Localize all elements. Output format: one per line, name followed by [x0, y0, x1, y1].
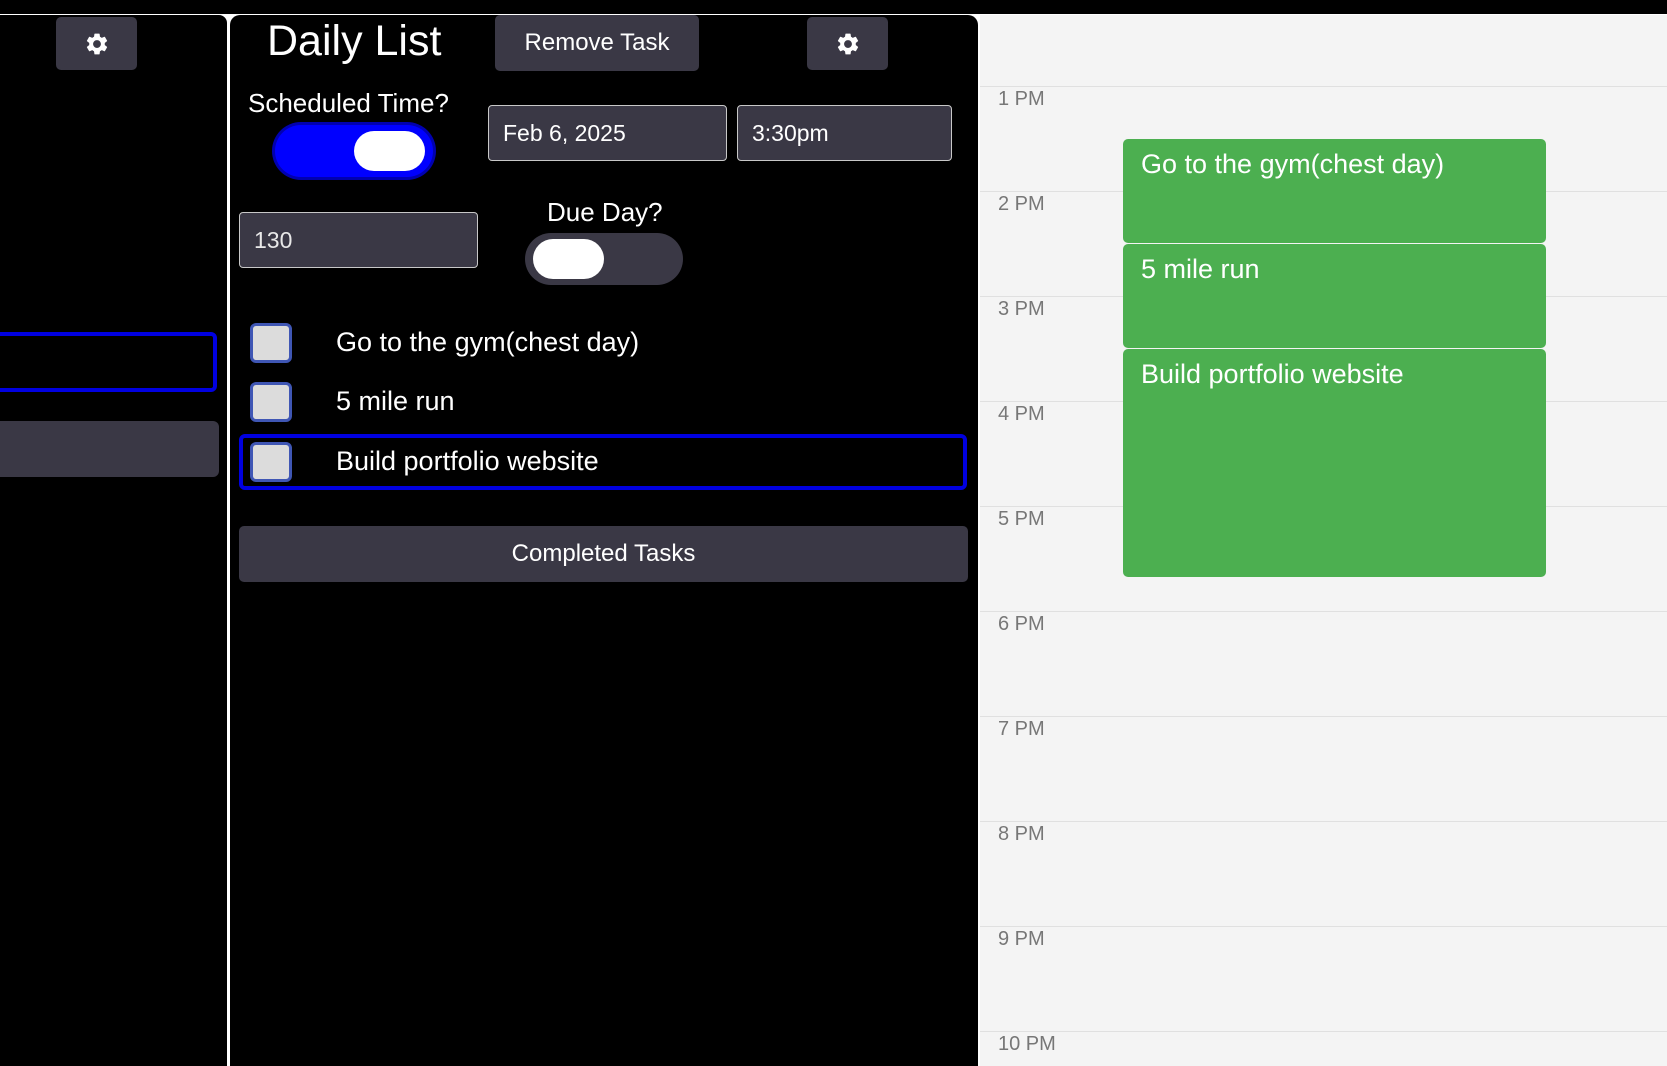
due-day-toggle[interactable] [525, 233, 683, 285]
calendar-event[interactable]: 5 mile run [1123, 244, 1546, 348]
task-label: Build portfolio website [336, 446, 599, 476]
hour-line [980, 1031, 1667, 1032]
daily-list-panel: Daily List Remove Task Scheduled Time? F… [230, 15, 978, 1066]
completed-tasks-button[interactable]: Completed Tasks [239, 526, 968, 582]
task-item[interactable]: Go to the gym(chest day) [239, 315, 967, 371]
hour-label: 8 PM [998, 823, 1045, 845]
hour-label: 7 PM [998, 718, 1045, 740]
top-bar [0, 0, 1667, 14]
hour-label: 6 PM [998, 613, 1045, 635]
hour-line [980, 926, 1667, 927]
scheduled-time-label: Scheduled Time? [248, 88, 449, 118]
task-label: 5 mile run [336, 386, 455, 416]
hour-line [980, 86, 1667, 87]
task-checkbox[interactable] [250, 323, 292, 363]
task-checkbox[interactable] [250, 382, 292, 422]
task-checkbox[interactable] [250, 442, 292, 482]
hour-line [980, 611, 1667, 612]
gear-icon [837, 33, 858, 54]
hour-label: 1 PM [998, 88, 1045, 110]
calendar-day-view: 1 PM 2 PM 3 PM 4 PM 5 PM 6 PM 7 PM 8 PM … [980, 15, 1667, 1066]
hour-label: 4 PM [998, 403, 1045, 425]
hour-label: 3 PM [998, 298, 1045, 320]
hour-label: 5 PM [998, 508, 1045, 530]
hour-label: 9 PM [998, 928, 1045, 950]
hour-line [980, 821, 1667, 822]
left-settings-button[interactable] [56, 17, 137, 70]
calendar-event[interactable]: Go to the gym(chest day) [1123, 139, 1546, 243]
left-panel-button[interactable] [0, 421, 219, 477]
toggle-knob [354, 131, 425, 171]
task-item-selected[interactable]: Build portfolio website [239, 434, 967, 490]
gear-icon [86, 33, 107, 54]
page-title: Daily List [267, 17, 442, 65]
remove-task-button[interactable]: Remove Task [495, 15, 699, 71]
settings-button[interactable] [807, 17, 888, 70]
scheduled-time-toggle[interactable] [275, 125, 433, 177]
hour-label: 2 PM [998, 193, 1045, 215]
task-label: Go to the gym(chest day) [336, 327, 640, 357]
hour-line [980, 716, 1667, 717]
time-field[interactable]: 3:30pm [737, 105, 952, 161]
left-panel [0, 15, 227, 1066]
due-day-label: Due Day? [547, 197, 663, 227]
left-input-field[interactable] [0, 332, 217, 392]
task-item[interactable]: 5 mile run [239, 374, 967, 430]
date-field[interactable]: Feb 6, 2025 [488, 105, 727, 161]
toggle-knob [533, 239, 604, 279]
hour-label: 10 PM [998, 1033, 1056, 1055]
calendar-event[interactable]: Build portfolio website [1123, 349, 1546, 577]
duration-field[interactable]: 130 [239, 212, 478, 268]
